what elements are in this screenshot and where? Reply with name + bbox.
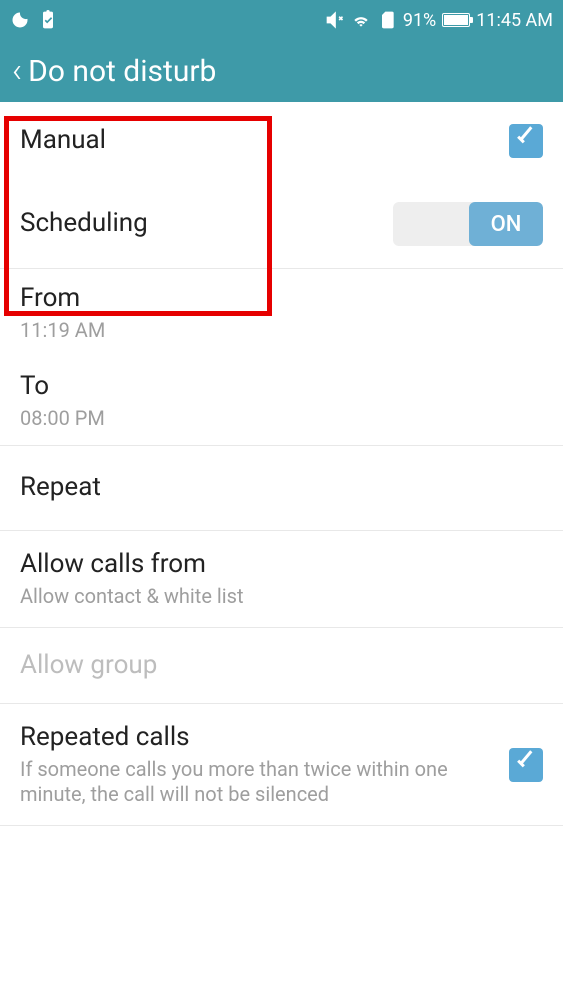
manual-checkbox[interactable] xyxy=(509,124,543,158)
moon-icon xyxy=(10,10,30,30)
status-right: 91% 11:45 AM xyxy=(325,10,553,31)
from-value: 11:19 AM xyxy=(20,318,543,343)
repeated-calls-checkbox[interactable] xyxy=(509,748,543,782)
scheduling-label: Scheduling xyxy=(20,208,393,239)
battery-percent: 91% xyxy=(403,10,436,31)
from-label: From xyxy=(20,283,543,314)
row-to[interactable]: To 08:00 PM xyxy=(0,357,563,446)
row-manual[interactable]: Manual xyxy=(0,102,563,180)
row-allow-group: Allow group xyxy=(0,628,563,704)
row-allow-calls[interactable]: Allow calls from Allow contact & white l… xyxy=(0,531,563,628)
manual-label: Manual xyxy=(20,125,509,156)
to-label: To xyxy=(20,371,543,402)
toggle-on-label: ON xyxy=(469,202,543,246)
allow-calls-value: Allow contact & white list xyxy=(20,584,543,609)
allow-group-label: Allow group xyxy=(20,650,543,681)
repeated-calls-label: Repeated calls xyxy=(20,722,509,753)
row-repeat[interactable]: Repeat xyxy=(0,446,563,530)
page-title: Do not disturb xyxy=(28,54,216,89)
wifi-icon xyxy=(351,10,371,30)
repeated-calls-value: If someone calls you more than twice wit… xyxy=(20,757,509,807)
status-time: 11:45 AM xyxy=(476,10,553,31)
clipboard-icon xyxy=(38,10,58,30)
repeat-label: Repeat xyxy=(20,472,543,503)
row-from[interactable]: From 11:19 AM xyxy=(0,269,563,357)
to-value: 08:00 PM xyxy=(20,406,543,431)
app-header[interactable]: ‹ Do not disturb xyxy=(0,40,563,102)
sd-card-icon xyxy=(377,10,397,30)
settings-list: Manual Scheduling ON From 11:19 AM To 08… xyxy=(0,102,563,826)
status-bar: 91% 11:45 AM xyxy=(0,0,563,40)
back-icon[interactable]: ‹ xyxy=(12,51,22,91)
allow-calls-label: Allow calls from xyxy=(20,549,543,580)
mute-icon xyxy=(325,10,345,30)
row-scheduling[interactable]: Scheduling ON xyxy=(0,180,563,269)
battery-icon xyxy=(442,13,470,27)
scheduling-toggle[interactable]: ON xyxy=(393,202,543,246)
status-left xyxy=(10,10,58,30)
row-repeated-calls[interactable]: Repeated calls If someone calls you more… xyxy=(0,704,563,826)
